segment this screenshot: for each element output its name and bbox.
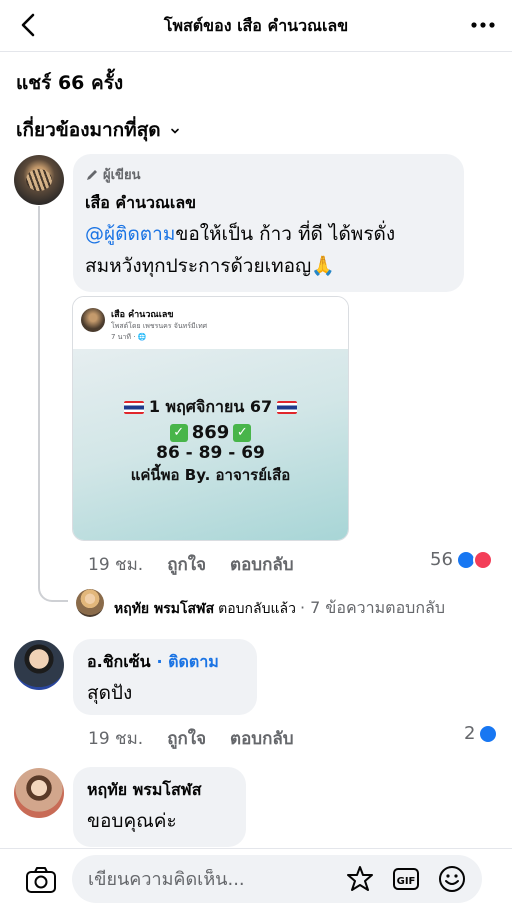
sort-dropdown[interactable]: เกี่ยวข้องมากที่สุด bbox=[16, 115, 181, 145]
attached-post-time: 7 นาที · 🌐 bbox=[111, 333, 147, 341]
pencil-icon bbox=[87, 169, 97, 180]
commenter-name[interactable]: หฤทัย พรมโสฬส bbox=[87, 778, 232, 803]
comment-text: ขอบคุณค่ะ bbox=[87, 810, 177, 832]
comment-text: @ผู้ติดตามขอให้เป็น ก้าว ที่ดี ได้พรดั่ง… bbox=[85, 218, 452, 282]
thai-flag-icon bbox=[123, 401, 144, 414]
lottery-image: 1 พฤศจิกายน 67 ✓ 869 ✓ 86 - 89 - 69 แค่นี้… bbox=[73, 349, 348, 540]
commenter-name[interactable]: เสือ คำนวณเลข bbox=[85, 191, 452, 216]
commenter-name[interactable]: อ.ชิกเซ้น bbox=[87, 650, 151, 675]
comment-bubble: อ.ชิกเซ้น · ติดตาม สุดปัง bbox=[73, 639, 257, 715]
attached-post-name: เสือ คำนวณเลข bbox=[111, 310, 174, 320]
commenter-avatar[interactable] bbox=[14, 768, 64, 818]
sort-label: เกี่ยวข้องมากที่สุด bbox=[16, 119, 161, 141]
like-reaction-icon bbox=[478, 723, 499, 744]
image-signature-line: แค่นี้พอ By. อาจารย์เสือ bbox=[130, 466, 291, 484]
thai-flag-icon bbox=[277, 401, 298, 414]
mention-link[interactable]: @ผู้ติดตาม bbox=[85, 223, 175, 245]
camera-icon[interactable] bbox=[24, 863, 58, 897]
share-count[interactable]: แชร์ 66 ครั้ง bbox=[16, 68, 123, 98]
image-date-line: 1 พฤศจิกายน 67 bbox=[73, 395, 348, 420]
image-number-line: ✓ 869 ✓ bbox=[73, 422, 348, 443]
comment-text: สุดปัง bbox=[87, 682, 133, 704]
comment-actions: 19 ชม. ถูกใจ ตอบกลับ bbox=[88, 725, 294, 752]
reaction-count: 56 bbox=[430, 549, 453, 570]
comment-actions: 19 ชม. ถูกใจ ตอบกลับ bbox=[88, 551, 294, 578]
comment-text-line2: สมหวังทุกประการด้วยเทอญ🙏 bbox=[85, 255, 335, 277]
love-reaction-icon bbox=[472, 549, 493, 570]
attached-post-subtitle: โพสต์โดย เพชรนคร จันทร์มีเทศ bbox=[111, 322, 208, 330]
author-avatar[interactable] bbox=[14, 155, 64, 205]
comment-text-line1: ขอให้เป็น ก้าว ที่ดี ได้พรดั่ง bbox=[175, 223, 396, 245]
reaction-count: 2 bbox=[464, 723, 476, 744]
reply-button[interactable]: ตอบกลับ bbox=[230, 725, 294, 752]
check-mark-icon: ✓ bbox=[233, 424, 252, 442]
back-arrow-icon[interactable] bbox=[14, 10, 44, 40]
comment-bubble: ผู้เขียน เสือ คำนวณเลข @ผู้ติดตามขอให้เป… bbox=[73, 154, 464, 292]
comment-bubble: หฤทัย พรมโสฬส ขอบคุณค่ะ bbox=[73, 767, 246, 847]
commenter-avatar[interactable] bbox=[14, 640, 64, 690]
reply-count-text: · 7 ข้อความตอบกลับ bbox=[299, 598, 445, 617]
svg-text:GIF: GIF bbox=[397, 876, 416, 887]
attached-post-image[interactable]: เสือ คำนวณเลข โพสต์โดย เพชรนคร จันทร์มีเ… bbox=[72, 296, 349, 541]
follow-button[interactable]: · ติดตาม bbox=[157, 650, 219, 675]
emoji-icon[interactable] bbox=[436, 863, 468, 895]
attached-post-avatar bbox=[81, 308, 105, 332]
reaction-summary[interactable]: 2 bbox=[464, 723, 499, 744]
view-replies-link[interactable]: หฤทัย พรมโสฬส ตอบกลับแล้ว · 7 ข้อความตอบ… bbox=[114, 596, 445, 621]
reply-action-text: ตอบกลับแล้ว bbox=[218, 601, 296, 617]
comment-input-box[interactable]: GIF bbox=[72, 855, 482, 903]
composer-icons: GIF bbox=[344, 863, 468, 895]
check-mark-icon: ✓ bbox=[169, 424, 188, 442]
gif-icon[interactable]: GIF bbox=[390, 863, 422, 895]
avatar-sticker-icon[interactable] bbox=[344, 863, 376, 895]
image-date-text: 1 พฤศจิกายน 67 bbox=[148, 397, 273, 416]
page-title: โพสต์ของ เสือ คำนวณเลข bbox=[163, 16, 349, 35]
top-bar: โพสต์ของ เสือ คำนวณเลข bbox=[0, 0, 512, 52]
like-button[interactable]: ถูกใจ bbox=[167, 725, 206, 752]
reply-author-name: หฤทัย พรมโสฬส bbox=[114, 601, 215, 617]
image-number-text: 869 bbox=[191, 422, 230, 443]
commenter-name-row: อ.ชิกเซ้น · ติดตาม bbox=[87, 650, 243, 675]
reply-avatar[interactable] bbox=[76, 589, 104, 617]
reaction-summary[interactable]: 56 bbox=[430, 549, 493, 570]
comment-composer: GIF bbox=[0, 848, 512, 910]
reply-button[interactable]: ตอบกลับ bbox=[230, 551, 294, 578]
comment-input[interactable] bbox=[88, 868, 308, 890]
author-badge: ผู้เขียน bbox=[85, 164, 452, 185]
more-options-icon[interactable] bbox=[468, 10, 498, 40]
thread-connector-line bbox=[38, 206, 68, 602]
like-button[interactable]: ถูกใจ bbox=[167, 551, 206, 578]
chevron-down-icon bbox=[170, 128, 179, 134]
attached-post-header: เสือ คำนวณเลข โพสต์โดย เพชรนคร จันทร์มีเ… bbox=[73, 297, 348, 349]
comment-time: 19 ชม. bbox=[88, 555, 144, 575]
image-numbers-line: 86 - 89 - 69 bbox=[156, 443, 265, 463]
author-badge-label: ผู้เขียน bbox=[103, 168, 141, 183]
comment-time: 19 ชม. bbox=[88, 729, 144, 749]
